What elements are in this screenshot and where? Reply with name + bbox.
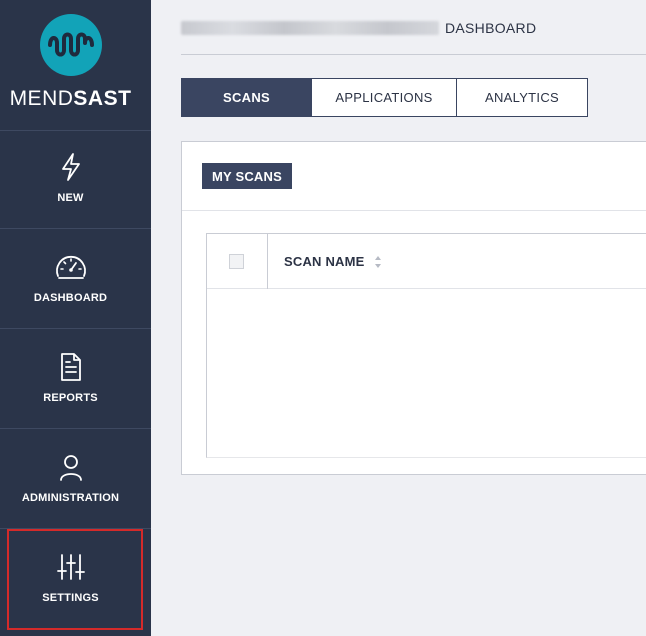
select-all-cell xyxy=(207,234,268,289)
card-header: MY SCANS xyxy=(182,142,646,211)
logo-text-light: MEND xyxy=(9,87,74,110)
logo[interactable]: MENDSAST xyxy=(0,0,151,131)
column-header-scan-name[interactable]: SCAN NAME xyxy=(284,254,365,269)
sort-icon[interactable] xyxy=(374,255,382,269)
sidebar-item-label: REPORTS xyxy=(43,392,98,404)
my-scans-card: MY SCANS SCAN NAME xyxy=(181,141,646,475)
tab-analytics[interactable]: ANALYTICS xyxy=(457,78,588,117)
gauge-icon xyxy=(0,252,141,284)
blurred-organization-name xyxy=(181,21,439,35)
sidebar-item-dashboard[interactable]: DASHBOARD xyxy=(0,230,151,329)
document-icon xyxy=(0,352,141,384)
sidebar-item-administration[interactable]: ADMINISTRATION xyxy=(0,430,151,529)
sidebar-item-label: ADMINISTRATION xyxy=(21,492,120,504)
tab-applications[interactable]: APPLICATIONS xyxy=(312,78,457,117)
sidebar-item-label: NEW xyxy=(57,192,84,204)
card-title: MY SCANS xyxy=(202,163,292,189)
table-header-row: SCAN NAME xyxy=(207,233,646,289)
sidebar-item-reports[interactable]: REPORTS xyxy=(0,330,151,429)
lightning-icon xyxy=(0,152,141,184)
logo-text-bold: SAST xyxy=(73,87,132,110)
page-title: DASHBOARD xyxy=(445,20,537,36)
settings-highlight-box xyxy=(7,529,143,630)
tab-scans[interactable]: SCANS xyxy=(181,78,312,117)
scans-table: SCAN NAME xyxy=(206,233,646,458)
tab-bar: SCANS APPLICATIONS ANALYTICS xyxy=(181,78,588,117)
mend-logo-icon xyxy=(40,14,102,76)
select-all-checkbox[interactable] xyxy=(229,254,244,269)
header-divider xyxy=(181,54,646,55)
sidebar-item-label: DASHBOARD xyxy=(33,292,108,304)
user-icon xyxy=(0,452,141,484)
logo-text: MENDSAST xyxy=(0,87,141,111)
sidebar-item-new[interactable]: NEW xyxy=(0,130,151,229)
